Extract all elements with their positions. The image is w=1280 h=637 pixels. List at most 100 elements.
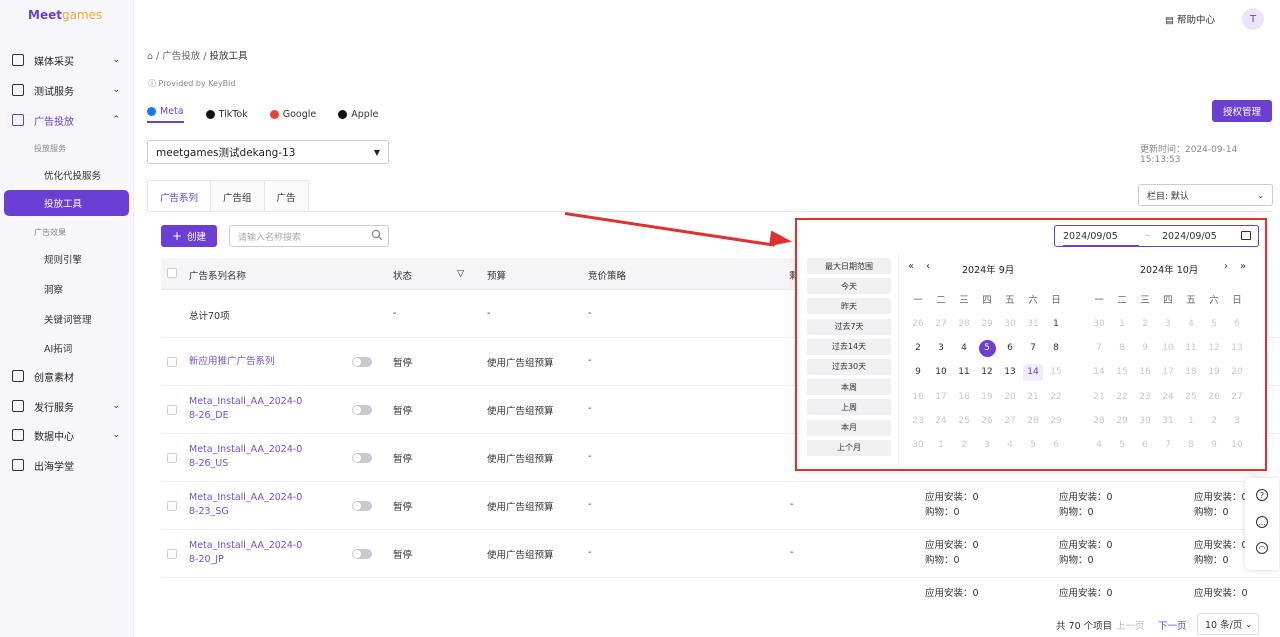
- status-toggle[interactable]: [352, 357, 372, 367]
- graduation-icon: [12, 459, 24, 471]
- search-icon[interactable]: [371, 229, 383, 241]
- metric-cell: 应用安装：0 购物：0: [925, 538, 979, 568]
- metric-install: 应用安装：0: [1194, 588, 1248, 599]
- breadcrumb-ads[interactable]: 广告投放: [162, 51, 200, 62]
- pagination-total: 共 70 个项目: [1056, 621, 1113, 632]
- sidebar-item-publish[interactable]: 发行服务 ⌄: [0, 396, 134, 416]
- th-bid[interactable]: 竞价策略: [588, 268, 626, 282]
- create-label: 创建: [187, 232, 207, 243]
- help-icon[interactable]: ?: [1256, 489, 1268, 501]
- metric-purchase: 购物：0: [1194, 507, 1229, 518]
- sidebar-item-media[interactable]: 媒体采买 ⌄: [0, 50, 134, 70]
- metric-install: 应用安装：0: [1059, 588, 1113, 599]
- sidebar-item-data[interactable]: 数据中心 ⌄: [0, 425, 134, 445]
- campaign-name-link[interactable]: 新应用推广广告系列: [189, 355, 275, 369]
- sidebar-sub-rules[interactable]: 规则引擎: [44, 252, 82, 266]
- account-select[interactable]: meetgames测试dekang-13 ▼: [147, 140, 389, 164]
- chevron-down-icon: ⌄: [112, 401, 120, 411]
- table-row: 应用安装：0 应用安装：0 应用安装：0: [161, 578, 1280, 599]
- row-status: 暂停: [393, 358, 413, 369]
- row-checkbox[interactable]: [167, 549, 177, 559]
- table-row: Meta_Install_AA_2024-08-23_SG 暂停 使用广告组预算…: [161, 482, 1280, 530]
- th-status[interactable]: 状态: [393, 268, 412, 282]
- platform-label: TikTok: [218, 109, 248, 120]
- status-toggle[interactable]: [352, 549, 372, 559]
- sidebar-item-academy[interactable]: 出海学堂: [0, 455, 134, 475]
- folder-icon: [12, 84, 24, 96]
- publish-icon: [12, 400, 24, 412]
- sidebar: Meetgames 媒体采买 ⌄ 测试服务 ⌄ 广告投放 ⌃ 投放服务 优化代投服务 …: [0, 0, 134, 637]
- row-checkbox[interactable]: [167, 405, 177, 415]
- chevron-down-icon: ⌄: [112, 55, 120, 65]
- pagination-next[interactable]: 下一页: [1158, 618, 1187, 632]
- help-center-link[interactable]: ▤ 帮助中心: [1165, 12, 1215, 26]
- chevron-down-icon: ⌄: [112, 85, 120, 95]
- row-budget: 使用广告组预算: [487, 406, 554, 417]
- store-icon: [12, 54, 24, 66]
- floating-toolbar: ? … ◠: [1245, 478, 1279, 570]
- row-budget: 使用广告组预算: [487, 502, 554, 513]
- create-button[interactable]: + 创建: [161, 225, 217, 247]
- chevron-up-icon: ⌃: [112, 115, 120, 125]
- platform-tab-meta[interactable]: Meta: [147, 106, 184, 123]
- sidebar-item-label: 媒体采买: [34, 56, 74, 68]
- sidebar-sub-keywords[interactable]: 关键词管理: [44, 312, 92, 326]
- th-budget[interactable]: 预算: [487, 268, 506, 282]
- metric-cell: 应用安装：0 购物：0: [1194, 538, 1248, 568]
- tab-ads[interactable]: 广告: [263, 180, 309, 212]
- sidebar-item-label: 数据中心: [34, 431, 74, 443]
- filter-icon[interactable]: ▽: [457, 268, 464, 279]
- tab-adsets[interactable]: 广告组: [210, 180, 265, 212]
- column-select[interactable]: 栏目: 默认 ⌄: [1138, 184, 1273, 206]
- table-header: 广告系列名称 状态 ▽ 预算 竞价策略 剩: [161, 258, 801, 290]
- platform-tab-tiktok[interactable]: TikTok: [205, 106, 248, 123]
- sidebar-sub-tools[interactable]: 投放工具: [4, 190, 129, 216]
- apple-icon: [338, 110, 348, 119]
- campaign-name-link[interactable]: Meta_Install_AA_2024-08-26_DE: [189, 395, 307, 423]
- campaign-name-link[interactable]: Meta_Install_AA_2024-08-23_SG: [189, 491, 307, 519]
- row-checkbox[interactable]: [167, 453, 177, 463]
- group-label-effect: 广告效果: [34, 228, 66, 237]
- status-toggle[interactable]: [352, 405, 372, 415]
- breadcrumb: ⌂ / 广告投放 / 投放工具: [147, 51, 248, 62]
- metric-install: 应用安装：0: [925, 540, 979, 551]
- google-icon: [269, 110, 279, 119]
- support-icon[interactable]: ◠: [1256, 542, 1268, 554]
- th-name[interactable]: 广告系列名称: [189, 268, 246, 282]
- auth-manage-button[interactable]: 授权管理: [1212, 100, 1272, 122]
- sidebar-item-label: 测试服务: [34, 86, 74, 98]
- sidebar-item-ads[interactable]: 广告投放 ⌃: [0, 110, 134, 130]
- pagination-prev[interactable]: 上一页: [1116, 618, 1145, 632]
- page-size-select[interactable]: 10 条/页 ⌄: [1197, 613, 1259, 635]
- chat-icon[interactable]: …: [1256, 516, 1268, 528]
- status-toggle[interactable]: [352, 501, 372, 511]
- row-checkbox[interactable]: [167, 357, 177, 367]
- sidebar-sub-optimize[interactable]: 优化代投服务: [44, 168, 101, 182]
- logo-main: Meet: [28, 8, 62, 22]
- row-budget: 使用广告组预算: [487, 550, 554, 561]
- metric-cell: 应用安装：0 购物：0: [1059, 538, 1113, 568]
- logo-accent: games: [61, 8, 103, 22]
- sidebar-item-testing[interactable]: 测试服务 ⌄: [0, 80, 134, 100]
- row-bid: -: [588, 451, 592, 462]
- avatar[interactable]: T: [1242, 8, 1264, 30]
- tab-divider: [147, 211, 1273, 212]
- select-all-checkbox[interactable]: [167, 268, 177, 278]
- help-label: 帮助中心: [1177, 15, 1216, 26]
- sidebar-sub-ai-keywords[interactable]: AI拓词: [44, 341, 72, 355]
- brand-logo[interactable]: Meetgames: [28, 8, 102, 22]
- sidebar-item-creative[interactable]: 创意素材: [0, 366, 134, 386]
- campaign-name-link[interactable]: Meta_Install_AA_2024-08-20_JP: [189, 539, 307, 567]
- tab-campaigns[interactable]: 广告系列: [147, 180, 212, 212]
- status-toggle[interactable]: [352, 453, 372, 463]
- home-icon[interactable]: ⌂: [147, 51, 153, 62]
- campaign-name-link[interactable]: Meta_Install_AA_2024-08-26_US: [189, 443, 307, 471]
- metric-install: 应用安装：0: [925, 492, 979, 503]
- sidebar-sub-insight[interactable]: 洞察: [44, 282, 63, 296]
- metric-cell: 应用安装：0 购物：0: [1059, 490, 1113, 520]
- platform-tab-google[interactable]: Google: [269, 106, 316, 123]
- search-input[interactable]: 请输入名称搜索: [229, 225, 389, 247]
- row-bid: -: [588, 403, 592, 414]
- row-checkbox[interactable]: [167, 501, 177, 511]
- platform-tab-apple[interactable]: Apple: [338, 106, 378, 123]
